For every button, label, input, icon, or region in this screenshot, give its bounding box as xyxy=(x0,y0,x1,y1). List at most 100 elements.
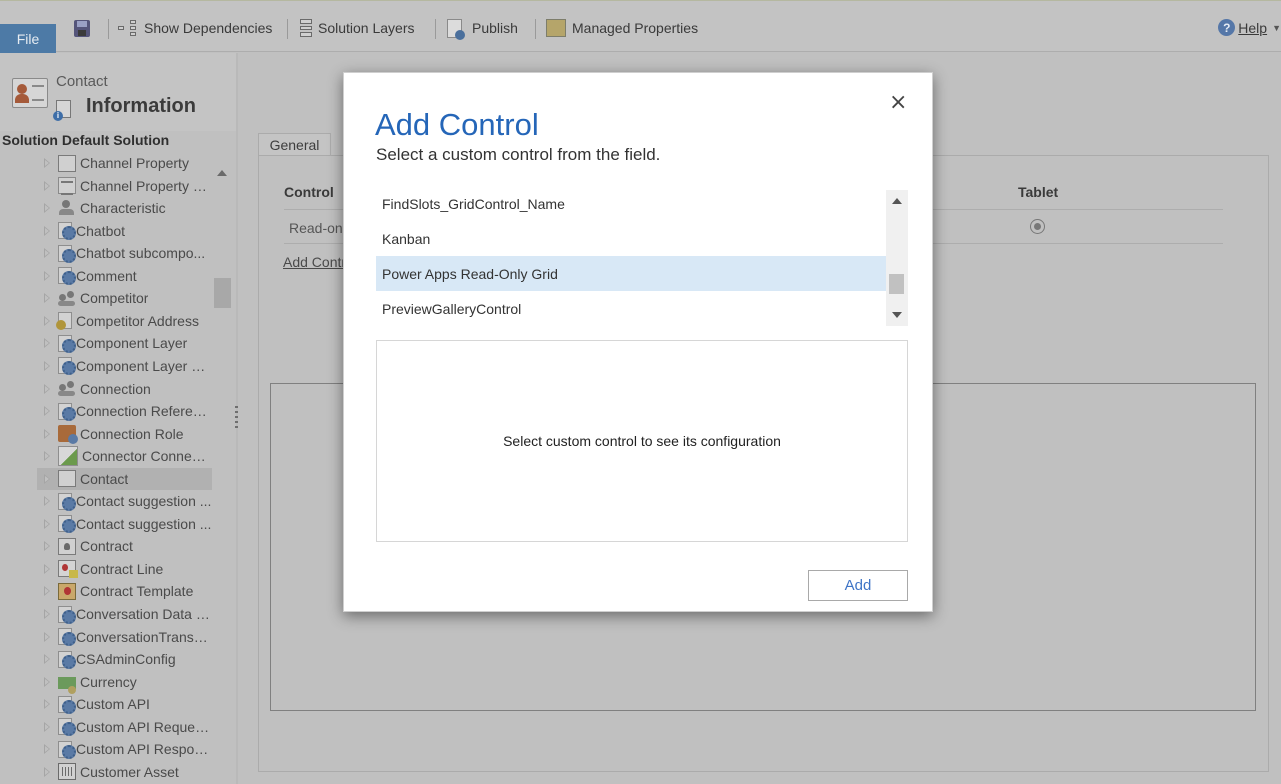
expand-arrow-icon[interactable] xyxy=(44,609,50,619)
expand-arrow-icon[interactable] xyxy=(44,699,50,710)
tree-item-label: Competitor xyxy=(80,290,149,307)
expand-arrow-icon[interactable] xyxy=(44,338,50,349)
add-button[interactable]: Add xyxy=(808,570,908,601)
tree-item[interactable]: Connection xyxy=(37,378,212,400)
tree-item-label: Comment xyxy=(76,267,137,284)
control-list-item[interactable]: Kanban xyxy=(376,221,886,256)
expand-arrow-icon[interactable] xyxy=(44,496,50,507)
gold-entity-icon xyxy=(56,312,72,331)
solution-layers-button[interactable]: Solution Layers xyxy=(300,15,415,41)
tree-item[interactable]: Connection Role xyxy=(37,423,212,445)
scroll-down-arrow-icon[interactable] xyxy=(892,312,902,318)
tree-item[interactable]: Chatbot subcompo... xyxy=(37,242,212,264)
expand-arrow-icon[interactable] xyxy=(44,631,50,642)
expand-arrow-icon[interactable] xyxy=(44,225,50,236)
tree-item[interactable]: Contract Line xyxy=(37,558,212,580)
tree-item[interactable]: ConversationTransc... xyxy=(37,626,212,648)
show-dependencies-label: Show Dependencies xyxy=(144,20,273,36)
tree-item[interactable]: Custom API Respon... xyxy=(37,738,212,760)
tree-item[interactable]: Currency xyxy=(37,671,212,694)
expand-arrow-icon[interactable] xyxy=(44,203,50,214)
tree-item-label: Chatbot subcompo... xyxy=(76,245,206,262)
tree-item[interactable]: Connector Connector xyxy=(37,445,212,467)
expand-arrow-icon[interactable] xyxy=(44,248,50,259)
scroll-up-arrow-icon[interactable] xyxy=(892,198,902,204)
tab-general[interactable]: General xyxy=(258,133,331,156)
tree-item-label: Connector Connector xyxy=(82,448,212,465)
expand-arrow-icon[interactable] xyxy=(44,586,50,597)
tree-item[interactable]: Competitor Address xyxy=(37,310,212,332)
control-list-item-selected[interactable]: Power Apps Read-Only Grid xyxy=(376,256,886,291)
expand-arrow-icon[interactable] xyxy=(44,383,50,394)
solution-layers-label: Solution Layers xyxy=(318,20,415,36)
expand-arrow-icon[interactable] xyxy=(44,721,50,732)
expand-arrow-icon[interactable] xyxy=(44,563,50,574)
help-menu[interactable]: ? Help ▼ xyxy=(1218,19,1281,36)
tree-item-label: Customer Asset xyxy=(80,763,179,780)
expand-arrow-icon[interactable] xyxy=(44,676,50,687)
tree-item[interactable]: Contact suggestion ... xyxy=(37,513,212,535)
tree-item[interactable]: Characteristic xyxy=(37,197,212,219)
tree-item[interactable]: Customer Asset xyxy=(37,761,212,783)
tree-item-label: CSAdminConfig xyxy=(76,651,176,668)
tree-scrollbar-thumb[interactable] xyxy=(214,278,231,308)
add-control-link[interactable]: Add Contr xyxy=(283,254,346,270)
expand-arrow-icon[interactable] xyxy=(44,315,50,326)
control-list-item[interactable]: PreviewGalleryControl xyxy=(376,291,886,326)
tree-item[interactable]: Custom API xyxy=(37,693,212,715)
expand-arrow-icon[interactable] xyxy=(44,270,50,281)
form-info-icon xyxy=(53,100,71,121)
gear-entity-icon xyxy=(58,740,76,759)
tree-item[interactable]: CSAdminConfig xyxy=(37,648,212,670)
publish-button[interactable]: Publish xyxy=(447,15,518,41)
expand-arrow-icon[interactable] xyxy=(44,180,50,191)
tree-item[interactable]: Competitor xyxy=(37,287,212,309)
expand-arrow-icon[interactable] xyxy=(44,451,50,462)
control-list-scrollbar[interactable] xyxy=(886,190,908,326)
tree-item[interactable]: Conversation Data (... xyxy=(37,603,212,625)
tree-item[interactable]: Channel Property xyxy=(37,153,212,174)
dependencies-icon xyxy=(118,20,138,36)
tree-item[interactable]: Contract xyxy=(37,535,212,557)
expand-arrow-icon[interactable] xyxy=(44,654,50,665)
tree-scroll-up-button[interactable] xyxy=(217,170,227,176)
expand-arrow-icon[interactable] xyxy=(44,766,50,777)
img-entity-icon xyxy=(58,446,78,467)
expand-arrow-icon[interactable] xyxy=(44,518,50,529)
tree-item-label: Custom API xyxy=(76,696,150,713)
control-list-item[interactable]: FindSlots_GridControl_Name xyxy=(376,186,886,221)
managed-properties-button[interactable]: Managed Properties xyxy=(546,15,698,41)
tree-item[interactable]: Connection Referen... xyxy=(37,400,212,422)
expand-arrow-icon[interactable] xyxy=(44,158,50,168)
tree-item[interactable]: Chatbot xyxy=(37,220,212,242)
close-icon[interactable]: × xyxy=(889,92,907,114)
save-button[interactable] xyxy=(74,15,90,41)
asset-entity-icon xyxy=(58,763,76,781)
tree-item-label: Chatbot xyxy=(76,222,126,239)
tree-item-label: Channel Property xyxy=(80,155,189,171)
file-button[interactable]: File xyxy=(0,24,56,53)
expand-arrow-icon[interactable] xyxy=(44,293,50,304)
expand-arrow-icon[interactable] xyxy=(44,360,50,371)
tree-item[interactable]: Contract Template xyxy=(37,580,212,602)
expand-arrow-icon[interactable] xyxy=(44,541,50,552)
expand-arrow-icon[interactable] xyxy=(44,744,50,755)
column-header-control: Control xyxy=(284,184,334,200)
tree-item[interactable]: Channel Property G... xyxy=(37,175,212,197)
gear-entity-icon xyxy=(58,605,76,624)
tree-item[interactable]: Comment xyxy=(37,265,212,287)
tree-item[interactable]: Component Layer D... xyxy=(37,355,212,377)
expand-arrow-icon[interactable] xyxy=(44,406,50,417)
column-header-tablet: Tablet xyxy=(1018,184,1059,200)
tree-item[interactable]: Contact suggestion ... xyxy=(37,490,212,512)
gear-entity-icon xyxy=(58,695,76,714)
tree-item-selected[interactable]: Contact xyxy=(37,467,212,490)
pane-splitter-handle[interactable] xyxy=(235,406,238,430)
scrollbar-thumb[interactable] xyxy=(889,274,904,294)
tablet-radio[interactable] xyxy=(1030,219,1045,234)
expand-arrow-icon[interactable] xyxy=(44,473,50,484)
tree-item[interactable]: Component Layer xyxy=(37,332,212,354)
expand-arrow-icon[interactable] xyxy=(44,428,50,439)
tree-item[interactable]: Custom API Reques... xyxy=(37,716,212,738)
show-dependencies-button[interactable]: Show Dependencies xyxy=(118,15,272,41)
